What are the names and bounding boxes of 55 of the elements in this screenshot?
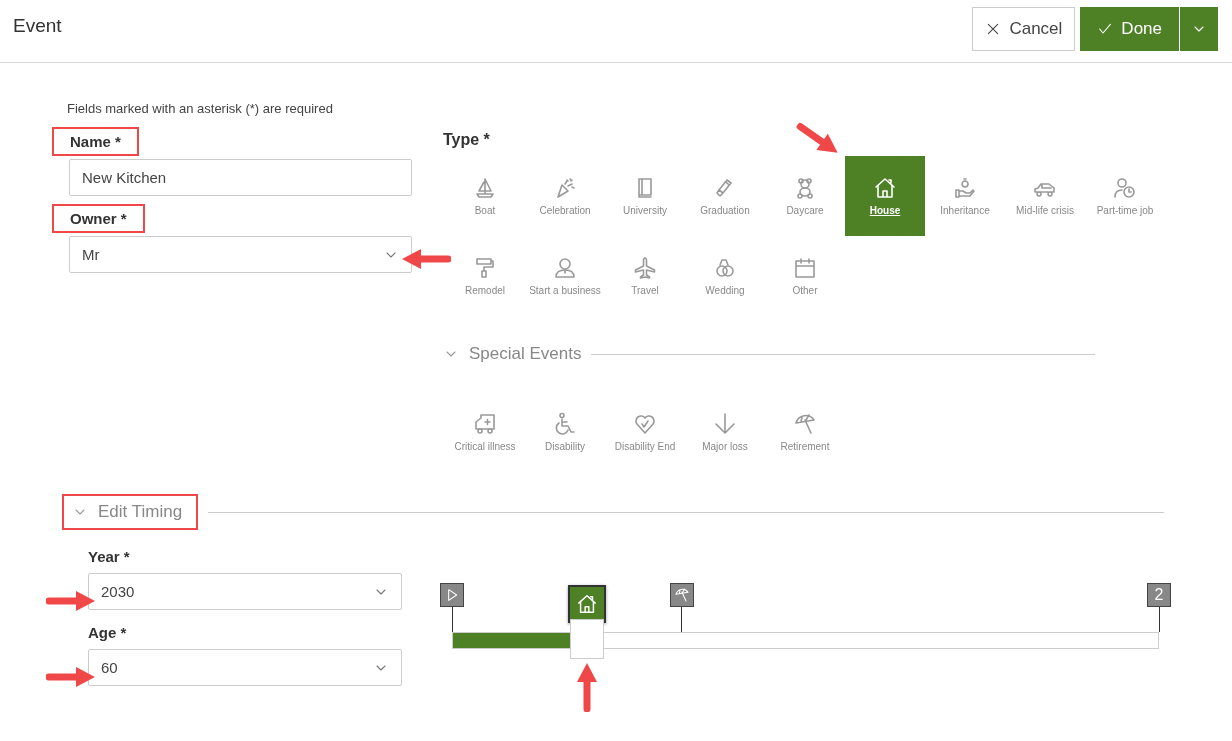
event-type-option[interactable]: Other: [765, 236, 845, 316]
paint-roller-icon: [473, 256, 497, 280]
dialog-title: Event: [13, 15, 62, 37]
field-label: Age *: [88, 623, 127, 643]
person-icon: [553, 256, 577, 280]
event-type-option[interactable]: University: [605, 156, 685, 236]
required-note: Fields marked with an asterisk (*) are required: [67, 101, 334, 118]
edit-timing-toggle[interactable]: Edit Timing: [62, 494, 199, 530]
count-marker[interactable]: 2: [1147, 583, 1171, 607]
event-type-option[interactable]: Boat: [445, 156, 525, 236]
special-events-toggle[interactable]: Special Events: [443, 340, 582, 368]
event-type-option[interactable]: Mid-life crisis: [1005, 156, 1085, 236]
field-label: Name *: [52, 127, 139, 156]
down-arrow-icon: [713, 412, 737, 436]
owner-select[interactable]: Mr: [69, 236, 412, 273]
event-type-option[interactable]: House: [845, 156, 925, 236]
umbrella-icon: [673, 587, 690, 603]
house-marker[interactable]: [568, 585, 607, 623]
wheelchair-icon: [553, 412, 577, 436]
age-select[interactable]: 60: [88, 649, 402, 686]
event-type-option[interactable]: Inheritance: [925, 156, 1005, 236]
event-type-option[interactable]: Daycare: [765, 156, 845, 236]
event-type-option[interactable]: Part-time job: [1085, 156, 1165, 236]
year-select[interactable]: 2030: [88, 573, 402, 610]
house-icon: [576, 593, 599, 615]
person-clock-icon: [1113, 176, 1137, 200]
start-marker[interactable]: [440, 583, 464, 607]
airplane-icon: [633, 256, 657, 280]
calendar-icon: [793, 256, 817, 280]
field-label: Owner *: [52, 204, 145, 233]
event-type-option[interactable]: Wedding: [685, 236, 765, 316]
event-type-option[interactable]: Major loss: [685, 392, 765, 472]
event-type-option[interactable]: Disability: [525, 392, 605, 472]
slider-thumb[interactable]: [570, 619, 605, 659]
umbrella-icon: [793, 412, 817, 436]
sailboat-icon: [473, 176, 497, 200]
event-type-option[interactable]: Retirement: [765, 392, 845, 472]
event-type-option[interactable]: Critical illness: [445, 392, 525, 472]
retirement-marker[interactable]: [669, 583, 694, 607]
event-type-option[interactable]: Start a business: [525, 236, 605, 316]
ambulance-icon: [473, 412, 497, 436]
house-icon: [873, 176, 897, 200]
event-type-option[interactable]: Celebration: [525, 156, 605, 236]
name-input[interactable]: New Kitchen: [69, 159, 412, 196]
event-type-option[interactable]: Graduation: [685, 156, 765, 236]
done-button[interactable]: Done: [1080, 7, 1179, 51]
event-type-option[interactable]: Travel: [605, 236, 685, 316]
event-type-option[interactable]: Remodel: [445, 236, 525, 316]
hand-money-bag-icon: [953, 176, 977, 200]
rings-icon: [713, 256, 737, 280]
heart-check-icon: [633, 412, 657, 436]
cancel-button[interactable]: Cancel: [972, 7, 1076, 51]
event-type-option[interactable]: Disability End: [605, 392, 685, 472]
field-label: Year *: [88, 547, 130, 567]
type-label: Type *: [443, 131, 491, 149]
